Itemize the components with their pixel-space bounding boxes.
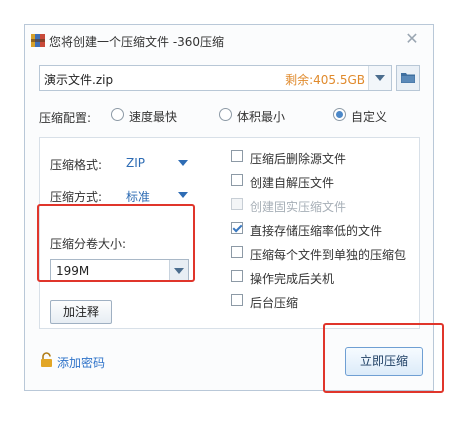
- browse-folder-button[interactable]: [396, 65, 420, 91]
- checkbox-label: 后台压缩: [250, 296, 299, 310]
- folder-icon: [401, 73, 415, 83]
- checkbox-label: 创建固实压缩文件: [250, 200, 347, 214]
- options-panel: 压缩格式: ZIP 压缩方式: 标准 压缩分卷大小: 199M 加注释 压缩后删…: [39, 137, 420, 329]
- config-option-custom[interactable]: 自定义: [333, 106, 403, 124]
- volume-size-combobox[interactable]: 199M: [50, 259, 189, 282]
- checkbox-solid-archive: 创建固实压缩文件: [231, 197, 411, 215]
- checkbox-disabled: [231, 198, 243, 210]
- path-dropdown-button[interactable]: [368, 66, 391, 90]
- compress-dialog: 您将创建一个压缩文件 -360压缩 ✕ 演示文件.zip 剩余:405.5GB …: [24, 24, 434, 391]
- archive-path-input[interactable]: 演示文件.zip 剩余:405.5GB: [39, 65, 392, 91]
- checkbox: [231, 150, 243, 162]
- title-bar: 您将创建一个压缩文件 -360压缩 ✕: [25, 25, 433, 55]
- compress-config-label: 压缩配置:: [39, 111, 92, 125]
- checkbox: [231, 174, 243, 186]
- method-select[interactable]: 标准: [126, 188, 150, 205]
- checkbox-label: 压缩每个文件到单独的压缩包: [250, 248, 407, 262]
- add-comment-button[interactable]: 加注释: [50, 300, 112, 324]
- checkbox: [231, 270, 243, 282]
- checkbox-label: 压缩后删除源文件: [250, 152, 347, 166]
- checkbox-delete-source[interactable]: 压缩后删除源文件: [231, 149, 411, 167]
- checkbox-label: 操作完成后关机: [250, 272, 335, 286]
- window-title: 您将创建一个压缩文件 -360压缩: [49, 35, 225, 49]
- checkbox-label: 直接存储压缩率低的文件: [250, 224, 383, 238]
- radio-button: [219, 108, 232, 121]
- config-option-label: 自定义: [351, 110, 388, 124]
- checkbox-separate-archives[interactable]: 压缩每个文件到单独的压缩包: [231, 245, 411, 263]
- checkbox-background[interactable]: 后台压缩: [231, 293, 411, 311]
- checkbox-shutdown-after[interactable]: 操作完成后关机: [231, 269, 411, 287]
- archive-icon: [31, 34, 45, 47]
- free-space-label: 剩余:405.5GB: [285, 73, 365, 87]
- checkbox-label: 创建自解压文件: [250, 176, 335, 190]
- config-option-fastest[interactable]: 速度最快: [111, 106, 191, 124]
- add-password-label: 添加密码: [57, 356, 106, 370]
- format-select[interactable]: ZIP: [126, 156, 145, 170]
- format-dropdown-arrow[interactable]: [178, 160, 188, 166]
- close-button[interactable]: ✕: [401, 29, 423, 49]
- volume-size-label: 压缩分卷大小:: [50, 237, 127, 251]
- config-option-smallest[interactable]: 体积最小: [219, 106, 299, 124]
- config-option-label: 速度最快: [129, 110, 178, 124]
- volume-dropdown-button[interactable]: [169, 260, 188, 281]
- compress-now-button[interactable]: 立即压缩: [345, 347, 423, 376]
- checkbox-self-extract[interactable]: 创建自解压文件: [231, 173, 411, 191]
- volume-size-value: 199M: [56, 264, 90, 278]
- method-label: 压缩方式:: [50, 190, 103, 204]
- checkbox-checked: [231, 222, 243, 234]
- radio-button-selected: [333, 108, 346, 121]
- radio-button: [111, 108, 124, 121]
- format-label: 压缩格式:: [50, 158, 103, 172]
- archive-file-name: 演示文件.zip: [44, 73, 114, 87]
- method-dropdown-arrow[interactable]: [178, 192, 188, 198]
- lock-icon: [41, 352, 52, 367]
- checkbox: [231, 294, 243, 306]
- checkbox-store-low-ratio[interactable]: 直接存储压缩率低的文件: [231, 221, 411, 239]
- checkbox: [231, 246, 243, 258]
- config-option-label: 体积最小: [237, 110, 286, 124]
